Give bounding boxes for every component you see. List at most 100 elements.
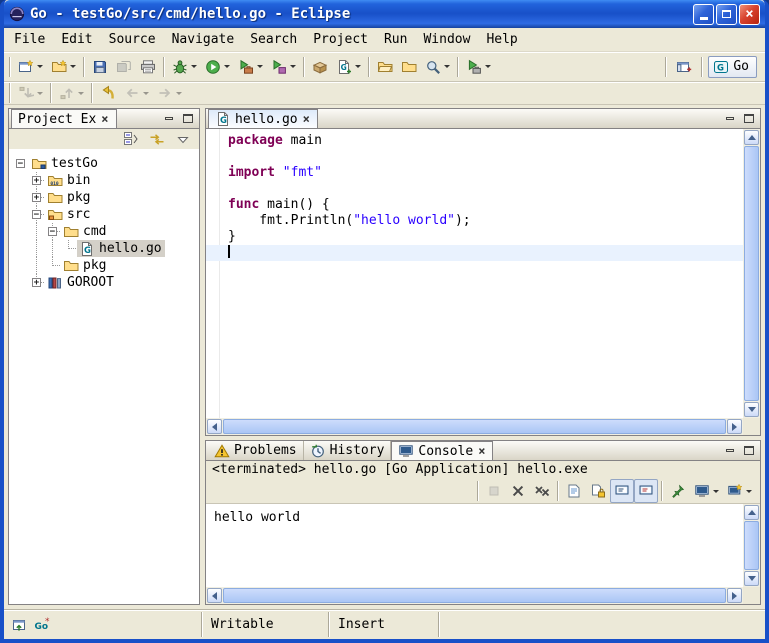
minimize-view-button[interactable]	[721, 443, 739, 458]
open-perspective-button[interactable]	[672, 55, 696, 79]
expand-toggle-icon[interactable]: +	[32, 278, 41, 287]
view-menu-button[interactable]	[171, 127, 195, 151]
tree-item-pkg[interactable]: pkg	[9, 257, 199, 274]
collapse-toggle-icon[interactable]: −	[32, 210, 41, 219]
scrollbar-thumb[interactable]	[223, 588, 726, 603]
menu-source[interactable]: Source	[101, 30, 164, 49]
menu-project[interactable]: Project	[305, 30, 376, 49]
link-editor-button[interactable]	[145, 127, 169, 151]
new-package-button[interactable]	[308, 55, 332, 79]
minimize-button[interactable]	[693, 4, 714, 25]
pin-console-button[interactable]	[666, 479, 690, 503]
dropdown-arrow-icon[interactable]	[37, 92, 43, 95]
new-go-element-button[interactable]: G	[332, 55, 365, 79]
run-button[interactable]	[201, 55, 234, 79]
dropdown-arrow-icon[interactable]	[143, 92, 149, 95]
dropdown-arrow-icon[interactable]	[224, 65, 230, 68]
open-console-button[interactable]	[723, 479, 756, 503]
scrollbar-thumb[interactable]	[744, 146, 759, 401]
search-button[interactable]	[421, 55, 454, 79]
maximize-view-button[interactable]	[740, 443, 758, 458]
go-mark-button[interactable]: Go*	[34, 617, 50, 633]
scroll-up-button[interactable]	[744, 130, 759, 145]
code-line-1[interactable]: package main	[206, 133, 743, 149]
scroll-left-button[interactable]	[207, 419, 222, 434]
dropdown-arrow-icon[interactable]	[290, 65, 296, 68]
tab-project-explorer[interactable]: Project Ex ×	[11, 109, 117, 128]
scroll-lock-button[interactable]	[586, 479, 610, 503]
editor-content[interactable]: package main import "fmt" func main() { …	[206, 129, 760, 435]
dropdown-arrow-icon[interactable]	[70, 65, 76, 68]
code-line-8[interactable]	[206, 245, 743, 261]
tab-close-icon[interactable]: ×	[302, 113, 311, 125]
code-line-2[interactable]	[206, 149, 743, 165]
tab-console[interactable]: Console×	[391, 441, 493, 460]
tab-hello-go[interactable]: G hello.go ×	[208, 109, 318, 128]
menu-window[interactable]: Window	[415, 30, 478, 49]
minimize-view-button[interactable]	[721, 111, 739, 126]
expand-toggle-icon[interactable]: +	[32, 193, 41, 202]
show-stdout-button[interactable]	[610, 479, 634, 503]
remove-all-launches-button[interactable]	[530, 479, 554, 503]
tree-item-cmd[interactable]: −cmd	[9, 223, 199, 240]
new-wizard-button[interactable]	[14, 55, 47, 79]
scroll-left-button[interactable]	[207, 588, 222, 603]
print-button[interactable]	[136, 55, 160, 79]
menu-search[interactable]: Search	[242, 30, 305, 49]
console-horizontal-scrollbar[interactable]	[206, 587, 743, 604]
menu-navigate[interactable]: Navigate	[164, 30, 243, 49]
collapse-all-button[interactable]	[119, 127, 143, 151]
display-console-button[interactable]	[690, 479, 723, 503]
scroll-right-button[interactable]	[727, 419, 742, 434]
tab-close-icon[interactable]: ×	[100, 113, 109, 125]
tree-item-hello.go[interactable]: Ghello.go	[9, 240, 199, 257]
minimize-view-button[interactable]	[160, 111, 178, 126]
dropdown-arrow-icon[interactable]	[713, 490, 719, 493]
tree-node[interactable]: src	[45, 206, 93, 223]
tab-history[interactable]: History	[304, 441, 392, 460]
debug-button[interactable]	[168, 55, 201, 79]
scroll-right-button[interactable]	[727, 588, 742, 603]
menu-help[interactable]: Help	[478, 30, 525, 49]
dropdown-arrow-icon[interactable]	[485, 65, 491, 68]
dropdown-arrow-icon[interactable]	[257, 65, 263, 68]
console-vertical-scrollbar[interactable]	[743, 504, 760, 587]
scrollbar-thumb[interactable]	[223, 419, 726, 434]
tree-node[interactable]: cmd	[61, 223, 109, 240]
tab-problems[interactable]: Problems	[208, 441, 304, 460]
code-line-7[interactable]: }	[206, 229, 743, 245]
dropdown-arrow-icon[interactable]	[176, 92, 182, 95]
menu-file[interactable]: File	[6, 30, 53, 49]
code-area[interactable]: package main import "fmt" func main() { …	[206, 129, 743, 418]
code-line-3[interactable]: import "fmt"	[206, 165, 743, 181]
fast-view-button[interactable]	[12, 617, 28, 633]
editor-horizontal-scrollbar[interactable]	[206, 418, 743, 435]
tree-node[interactable]: pkg	[45, 189, 93, 206]
code-line-4[interactable]	[206, 181, 743, 197]
tree-node[interactable]: testGo	[29, 155, 101, 172]
scroll-up-button[interactable]	[744, 505, 759, 520]
tree-item-pkg[interactable]: + pkg	[9, 189, 199, 206]
perspective-go-button[interactable]: GGo	[708, 56, 757, 78]
console-output[interactable]: hello world	[206, 503, 760, 604]
clear-console-button[interactable]	[562, 479, 586, 503]
collapse-toggle-icon[interactable]: −	[48, 227, 57, 236]
tree-item-testGo[interactable]: −testGo	[9, 155, 199, 172]
menu-run[interactable]: Run	[376, 30, 415, 49]
tree-node[interactable]: pkg	[61, 257, 109, 274]
tab-close-icon[interactable]: ×	[477, 445, 486, 457]
scroll-down-button[interactable]	[744, 571, 759, 586]
code-line-6[interactable]: fmt.Println("hello world");	[206, 213, 743, 229]
open-folder-button[interactable]	[373, 55, 397, 79]
dropdown-arrow-icon[interactable]	[37, 65, 43, 68]
new-folder-button[interactable]	[47, 55, 80, 79]
dropdown-arrow-icon[interactable]	[78, 92, 84, 95]
maximize-view-button[interactable]	[740, 111, 758, 126]
profile-button[interactable]	[267, 55, 300, 79]
tree-item-GOROOT[interactable]: +GOROOT	[9, 274, 199, 291]
menu-edit[interactable]: Edit	[53, 30, 100, 49]
close-button[interactable]: ×	[739, 4, 760, 25]
tree-node[interactable]: Ghello.go	[77, 240, 165, 257]
scrollbar-thumb[interactable]	[744, 521, 759, 570]
save-button[interactable]	[88, 55, 112, 79]
